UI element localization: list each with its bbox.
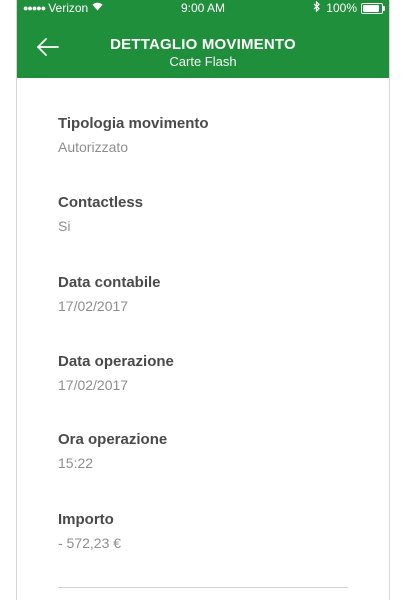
- battery-percentage: 100%: [326, 1, 357, 15]
- detail-value: Si: [58, 218, 71, 234]
- title-block: DETTAGLIO MOVIMENTO Carte Flash: [17, 36, 389, 70]
- page-subtitle: Carte Flash: [169, 54, 237, 69]
- detail-label: Tipologia movimento: [58, 115, 209, 132]
- detail-value: 15:22: [58, 455, 94, 471]
- phone-screen: ●●●●● Verizon 9:00 AM 100% DETTAGLIO MOV…: [0, 0, 406, 600]
- detail-label: Data contabile: [58, 274, 161, 291]
- detail-value: Autorizzato: [58, 139, 129, 155]
- detail-item-ora-operazione: Ora operazione 15:22: [58, 430, 167, 473]
- detail-item-tipologia: Tipologia movimento Autorizzato: [58, 114, 209, 157]
- frame-right-border: [389, 0, 390, 600]
- detail-content: Tipologia movimento Autorizzato Contactl…: [17, 78, 389, 600]
- status-right: 100%: [313, 0, 385, 16]
- detail-value: 17/02/2017: [58, 377, 129, 393]
- detail-label: Ora operazione: [58, 431, 168, 448]
- battery-fill: [363, 4, 379, 12]
- detail-item-contactless: Contactless Si: [58, 193, 143, 236]
- detail-value: 17/02/2017: [58, 298, 129, 314]
- detail-item-data-contabile: Data contabile 17/02/2017: [58, 273, 161, 316]
- section-divider: [58, 587, 348, 588]
- page-title: DETTAGLIO MOVIMENTO: [110, 36, 296, 53]
- battery-tip: [383, 5, 385, 11]
- detail-item-data-operazione: Data operazione 17/02/2017: [58, 352, 174, 395]
- detail-label: Importo: [58, 511, 114, 528]
- battery-icon: [361, 2, 385, 14]
- status-bar: ●●●●● Verizon 9:00 AM 100%: [17, 0, 389, 16]
- detail-item-importo: Importo - 572,23 €: [58, 510, 121, 553]
- bluetooth-icon: [313, 0, 321, 16]
- detail-value: - 572,23 €: [58, 535, 122, 551]
- app-header: ●●●●● Verizon 9:00 AM 100% DETTAGLIO MOV…: [17, 0, 389, 78]
- detail-label: Contactless: [58, 194, 144, 211]
- navigation-bar: DETTAGLIO MOVIMENTO Carte Flash: [17, 16, 389, 78]
- detail-label: Data operazione: [58, 353, 174, 370]
